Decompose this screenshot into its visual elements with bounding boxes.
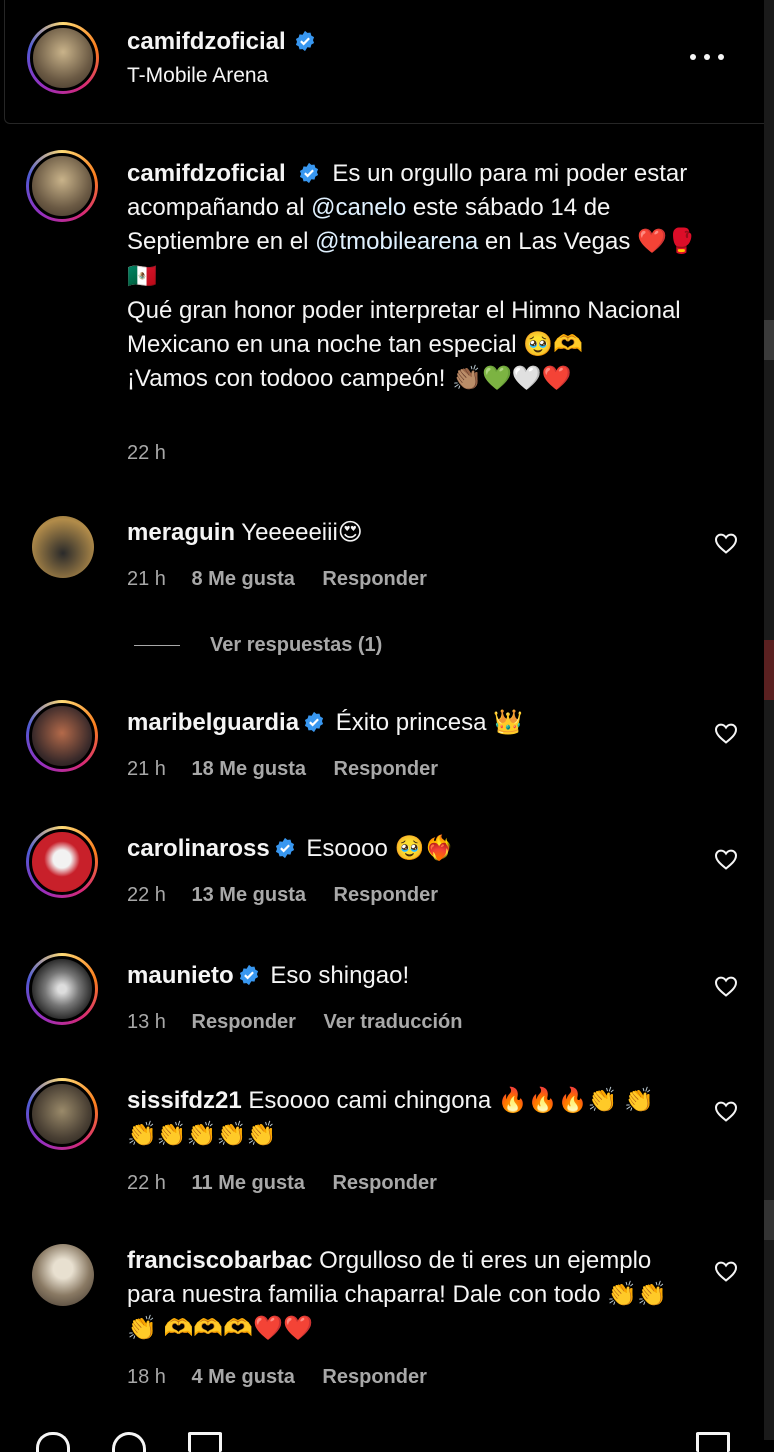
comment-time: 21 h <box>127 568 166 590</box>
caption-line2: Qué gran honor poder interpretar el Himn… <box>127 296 681 359</box>
comment-body: maunieto Eso shingao! <box>127 959 667 993</box>
action-bar <box>0 1418 764 1452</box>
commenter-avatar[interactable] <box>26 700 98 772</box>
comment-likes[interactable]: 11 Me gusta <box>192 1172 305 1194</box>
caption-text: camifdzoficial Es un orgullo para mi pod… <box>127 157 717 396</box>
comment-body: franciscobarbac Orgulloso de ti eres un … <box>127 1244 687 1346</box>
comment-time: 13 h <box>127 1011 166 1033</box>
comment-body: carolinaross Esoooo 🥹❤️‍🔥 <box>127 832 667 866</box>
comment-meta: 13 h Responder Ver traducción <box>127 1011 484 1034</box>
comment-text: Eso shingao! <box>270 962 410 989</box>
save-icon[interactable] <box>696 1432 730 1452</box>
comment-time: 21 h <box>127 758 166 780</box>
commenter-avatar[interactable] <box>26 953 98 1025</box>
reply-button[interactable]: Responder <box>322 1366 426 1388</box>
reply-button[interactable]: Responder <box>334 758 438 780</box>
comment-likes[interactable]: 4 Me gusta <box>192 1366 295 1388</box>
reply-button[interactable]: Responder <box>332 1172 436 1194</box>
comment-time: 22 h <box>127 884 166 906</box>
reply-button[interactable]: Responder <box>322 568 426 590</box>
comment-body: sissifdz21 Esoooo cami chingona 🔥🔥🔥👏 👏👏👏… <box>127 1084 667 1152</box>
comment-username[interactable]: maunieto <box>127 962 234 989</box>
commenter-avatar[interactable] <box>26 1078 98 1150</box>
comment-meta: 22 h 13 Me gusta Responder <box>127 884 460 907</box>
heart-icon[interactable] <box>714 722 738 744</box>
reply-button[interactable]: Responder <box>192 1011 296 1033</box>
author-username[interactable]: camifdzoficial <box>127 28 286 55</box>
heart-icon[interactable] <box>714 532 738 554</box>
author-name-row: camifdzoficial <box>127 28 316 56</box>
mention-tmobilearena[interactable]: @tmobilearena <box>315 228 478 255</box>
verified-badge-icon <box>296 30 315 52</box>
view-replies-button[interactable]: Ver respuestas (1) <box>134 634 382 657</box>
comment-text: Esoooo 🥹❤️‍🔥 <box>306 835 455 862</box>
comment-meta: 21 h 18 Me gusta Responder <box>127 758 460 781</box>
verified-badge-icon <box>275 837 294 859</box>
post-header: camifdzoficial T-Mobile Arena <box>4 0 764 124</box>
comment-text: Éxito princesa 👑 <box>335 709 524 736</box>
view-replies-label: Ver respuestas (1) <box>210 634 383 656</box>
comment-username[interactable]: carolinaross <box>127 835 270 862</box>
like-post-icon[interactable] <box>36 1432 70 1452</box>
mention-canelo[interactable]: @canelo <box>311 194 406 221</box>
reply-button[interactable]: Responder <box>334 884 438 906</box>
share-icon[interactable] <box>188 1432 222 1452</box>
replies-divider <box>134 645 180 647</box>
comment-likes[interactable]: 8 Me gusta <box>192 568 295 590</box>
comment-body: maribelguardia Éxito princesa 👑 <box>127 706 667 740</box>
comment-text: Yeeeeeiii😍 <box>241 519 363 546</box>
caption-username[interactable]: camifdzoficial <box>127 160 286 187</box>
more-horizontal-icon[interactable] <box>690 44 726 68</box>
verified-badge-icon <box>299 162 318 184</box>
comment-time: 18 h <box>127 1366 166 1388</box>
see-translation-button[interactable]: Ver traducción <box>324 1011 463 1033</box>
verified-badge-icon <box>239 964 258 986</box>
caption-timestamp: 22 h <box>127 442 166 464</box>
commenter-avatar[interactable] <box>32 516 94 578</box>
commenter-avatar[interactable] <box>26 826 98 898</box>
comment-username[interactable]: franciscobarbac <box>127 1247 312 1274</box>
verified-badge-icon <box>304 711 324 733</box>
comment-icon[interactable] <box>112 1432 146 1452</box>
comment-likes[interactable]: 13 Me gusta <box>192 884 306 906</box>
comment-time: 22 h <box>127 1172 166 1194</box>
comment-meta: 18 h 4 Me gusta Responder <box>127 1366 449 1389</box>
heart-icon[interactable] <box>714 1100 738 1122</box>
comment-meta: 21 h 8 Me gusta Responder <box>127 568 449 591</box>
caption-avatar[interactable] <box>26 150 98 222</box>
comment-likes[interactable]: 18 Me gusta <box>192 758 306 780</box>
post-panel: camifdzoficial T-Mobile Arena camifdzofi… <box>0 0 764 1452</box>
heart-icon[interactable] <box>714 975 738 997</box>
comment-meta: 22 h 11 Me gusta Responder <box>127 1172 459 1195</box>
comment-username[interactable]: maribelguardia <box>127 709 299 736</box>
background-edge <box>764 0 774 1440</box>
caption-line3: ¡Vamos con todooo campeón! 👏🏽💚🤍❤️ <box>127 365 572 393</box>
commenter-avatar[interactable] <box>32 1244 94 1306</box>
comment-username[interactable]: sissifdz21 <box>127 1087 242 1114</box>
location-link[interactable]: T-Mobile Arena <box>127 64 268 88</box>
comment-body: meraguin Yeeeeeiii😍 <box>127 516 667 550</box>
author-avatar[interactable] <box>27 22 99 94</box>
comment-username[interactable]: meraguin <box>127 519 235 546</box>
heart-icon[interactable] <box>714 1260 738 1282</box>
heart-icon[interactable] <box>714 848 738 870</box>
